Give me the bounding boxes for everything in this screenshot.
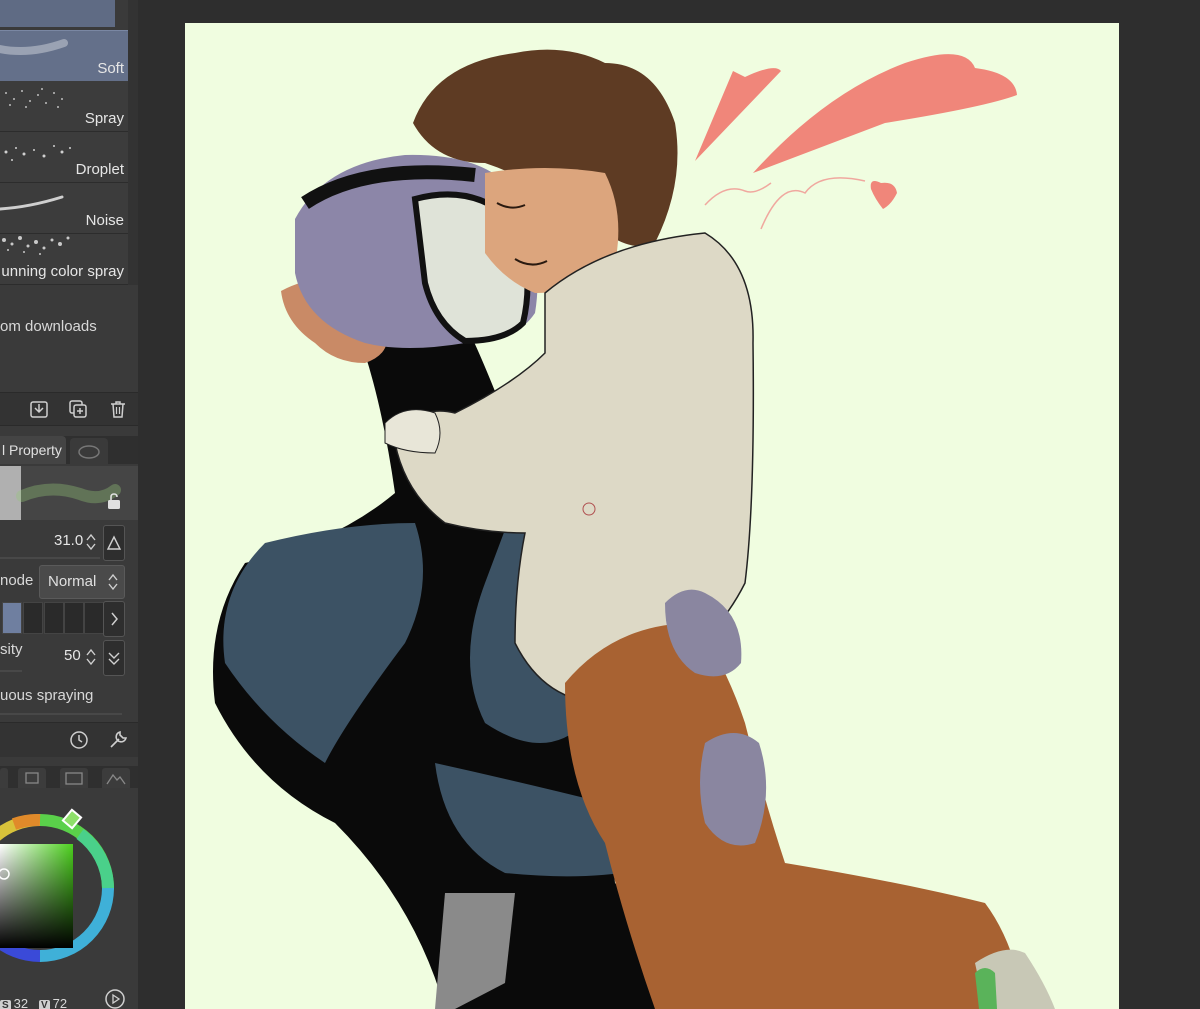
reset-clock-icon[interactable] bbox=[67, 728, 91, 752]
tab-intermediate-color[interactable] bbox=[60, 768, 88, 788]
blend-mode-label: node bbox=[0, 572, 34, 589]
brush-tip-swatches bbox=[0, 602, 104, 634]
sub-tool-detail-icon bbox=[78, 445, 100, 459]
brush-tip-swatch[interactable] bbox=[44, 602, 64, 634]
saturation-value: 32 bbox=[13, 996, 29, 1009]
tool-panel: Soft Spray Droplet Noise unning color sp… bbox=[0, 0, 138, 1009]
brush-tip-swatch[interactable] bbox=[2, 602, 22, 634]
tab-tool-property[interactable]: l Property bbox=[0, 436, 66, 464]
brush-item-running-color-spray[interactable]: unning color spray bbox=[0, 234, 128, 285]
play-icon[interactable] bbox=[104, 988, 126, 1009]
wrench-icon[interactable] bbox=[106, 728, 130, 752]
brush-list: Soft Spray Droplet Noise unning color sp… bbox=[0, 0, 128, 285]
canvas-area[interactable] bbox=[138, 0, 1200, 1009]
pressure-settings-button[interactable] bbox=[103, 525, 125, 561]
unlock-icon[interactable] bbox=[106, 492, 122, 510]
color-tab-strip bbox=[0, 766, 138, 788]
duplicate-icon[interactable] bbox=[68, 399, 88, 419]
brush-item-label: unning color spray bbox=[1, 263, 124, 280]
saturation-label: S bbox=[0, 1000, 11, 1009]
color-set-icon bbox=[25, 772, 39, 784]
density-label: sity bbox=[0, 641, 23, 658]
brush-tip-swatch[interactable] bbox=[84, 602, 104, 634]
density-expand-button[interactable] bbox=[103, 640, 125, 676]
film-icon bbox=[65, 772, 83, 785]
blend-mode-value: Normal bbox=[48, 573, 97, 590]
brush-item-label: Spray bbox=[84, 110, 124, 127]
brush-tip-swatch[interactable] bbox=[64, 602, 84, 634]
brush-item-label: Droplet bbox=[75, 161, 124, 178]
blend-mode-select[interactable]: Normal bbox=[39, 565, 125, 599]
brush-item-droplet[interactable]: Droplet bbox=[0, 132, 128, 183]
property-tab-strip: l Property bbox=[0, 436, 138, 464]
hsv-readout: S 32 V 72 bbox=[0, 996, 67, 1009]
continuous-spraying-label[interactable]: uous spraying bbox=[0, 687, 93, 704]
tool-property-toolbar bbox=[0, 722, 138, 757]
trash-icon[interactable] bbox=[108, 399, 128, 419]
value-label: V bbox=[38, 1000, 50, 1009]
tab-color-set[interactable] bbox=[18, 768, 46, 788]
color-wheel-panel bbox=[0, 788, 138, 1009]
brush-stroke-preview bbox=[0, 466, 138, 520]
brush-size-stepper-icon[interactable] bbox=[85, 532, 97, 552]
tab-tool-property-label: l Property bbox=[2, 442, 62, 458]
chevron-updown-icon bbox=[108, 573, 118, 591]
tab-color[interactable] bbox=[0, 768, 8, 788]
tab-approximate-color[interactable] bbox=[102, 768, 130, 788]
hearts-doodle bbox=[695, 54, 1017, 230]
continuous-divider bbox=[0, 713, 122, 715]
color-wheel[interactable] bbox=[0, 788, 138, 1009]
value-value: 72 bbox=[52, 996, 68, 1009]
brush-item-spray[interactable]: Spray bbox=[0, 81, 128, 132]
custom-downloads-link[interactable]: om downloads bbox=[0, 318, 97, 335]
artwork-illustration[interactable] bbox=[185, 23, 1119, 1009]
brush-toolbar bbox=[0, 392, 138, 426]
double-chevron-down-icon bbox=[108, 652, 120, 665]
brush-list-scrollbar[interactable] bbox=[128, 0, 138, 285]
brush-size-value[interactable]: 31.0 bbox=[54, 532, 83, 549]
brush-tip-swatch[interactable] bbox=[23, 602, 43, 634]
density-stepper-icon[interactable] bbox=[85, 647, 97, 667]
brush-item-soft[interactable]: Soft bbox=[0, 30, 128, 82]
mountain-icon bbox=[106, 773, 126, 785]
density-value[interactable]: 50 bbox=[64, 647, 81, 664]
brush-item-label: Soft bbox=[97, 60, 124, 77]
triangle-icon bbox=[106, 535, 122, 550]
brush-item-noise[interactable]: Noise bbox=[0, 183, 128, 234]
import-icon[interactable] bbox=[29, 399, 49, 419]
brush-item-label: Noise bbox=[85, 212, 124, 229]
tab-sub-tool-detail[interactable] bbox=[70, 438, 108, 464]
chevron-right-icon bbox=[111, 612, 118, 626]
artwork-canvas[interactable] bbox=[185, 23, 1119, 1009]
brush-list-scroll-stub bbox=[0, 0, 115, 27]
